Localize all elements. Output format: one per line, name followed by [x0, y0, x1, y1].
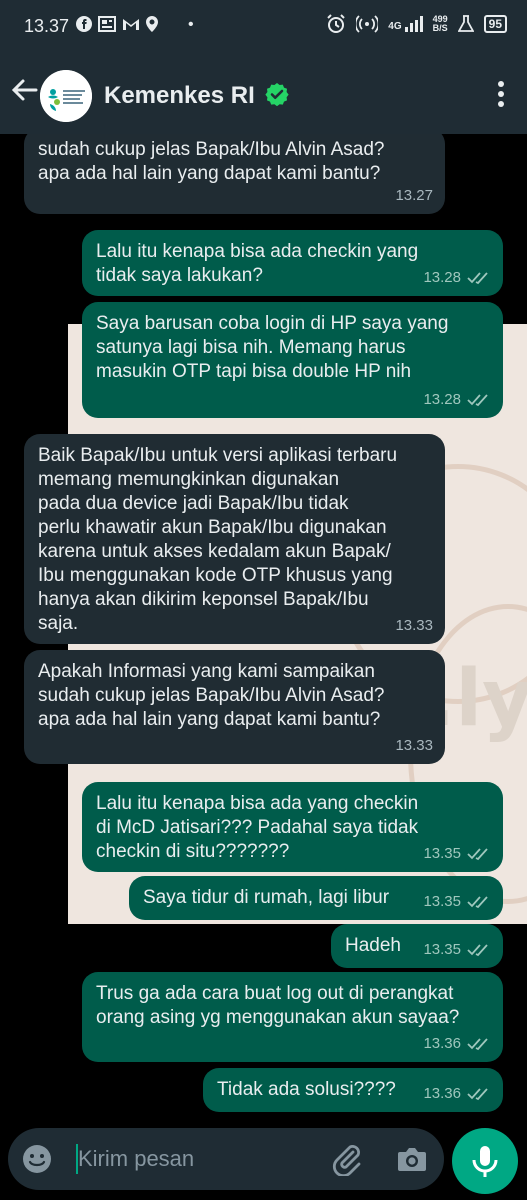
message-incoming[interactable]: Apakah Informasi yang kami sampaikan sud…: [24, 650, 445, 764]
chat-header: Kemenkes RI: [0, 52, 527, 134]
news-icon: [98, 16, 116, 32]
message-time: 13.35: [423, 893, 461, 910]
location-icon: [146, 16, 158, 32]
message-input[interactable]: Kirim pesan: [8, 1128, 444, 1190]
read-ticks-icon: [467, 944, 488, 957]
kemenkes-logo-icon: [40, 70, 92, 122]
net-speed: 499 B/S: [433, 15, 448, 33]
message-time: 13.36: [423, 1035, 461, 1052]
message-outgoing[interactable]: Lalu itu kenapa bisa ada checkin yang ti…: [82, 230, 503, 296]
net-speed-unit: B/S: [432, 23, 448, 33]
voice-message-button[interactable]: [452, 1128, 518, 1194]
composer-bar: Kirim pesan: [0, 1124, 527, 1200]
message-placeholder: Kirim pesan: [78, 1146, 195, 1171]
read-ticks-icon: [467, 1088, 488, 1101]
message-meta: 13.28: [423, 388, 491, 412]
notification-icons: [76, 16, 158, 32]
flask-icon: [457, 15, 474, 32]
read-ticks-icon: [467, 272, 488, 285]
contact-name[interactable]: Kemenkes RI: [104, 82, 255, 110]
signal-icon: [404, 16, 423, 32]
message-text: sudah cukup jelas Bapak/Ibu Alvin Asad? …: [38, 139, 385, 184]
microphone-icon: [472, 1146, 498, 1177]
message-text: Trus ga ada cara buat log out di perangk…: [96, 983, 460, 1028]
notification-dot: •: [188, 16, 194, 33]
message-meta: 13.27: [395, 184, 433, 208]
more-options-icon[interactable]: [497, 80, 505, 108]
message-meta: 13.33: [395, 614, 433, 638]
message-meta: 13.28: [423, 266, 491, 290]
verified-badge-icon: [265, 83, 289, 106]
signal-indicator: 4G: [388, 16, 423, 32]
gmail-icon: [123, 19, 139, 30]
message-incoming[interactable]: Baik Bapak/Ibu untuk versi aplikasi terb…: [24, 434, 445, 644]
message-text: Baik Bapak/Ibu untuk versi aplikasi terb…: [38, 445, 398, 634]
message-outgoing[interactable]: Saya tidur di rumah, lagi libur 13.35: [129, 876, 503, 920]
status-time: 13.37: [24, 16, 70, 36]
message-time: 13.36: [423, 1085, 461, 1102]
contact-avatar[interactable]: [40, 70, 92, 122]
message-time: 13.28: [423, 269, 461, 286]
message-meta: 13.36: [423, 1082, 491, 1106]
attach-icon[interactable]: [330, 1142, 364, 1176]
message-time: 13.35: [423, 941, 461, 958]
network-type: 4G: [388, 21, 402, 32]
read-ticks-icon: [467, 1038, 488, 1051]
message-outgoing[interactable]: Lalu itu kenapa bisa ada yang checkin di…: [82, 782, 503, 872]
message-meta: 13.35: [423, 938, 491, 962]
message-outgoing[interactable]: Saya barusan coba login di HP saya yang …: [82, 302, 503, 418]
message-meta: 13.33: [395, 734, 433, 758]
read-ticks-icon: [467, 394, 488, 407]
message-time: 13.27: [395, 187, 433, 204]
read-ticks-icon: [467, 896, 488, 909]
message-meta: 13.36: [423, 1032, 491, 1056]
back-arrow-icon[interactable]: [10, 76, 38, 104]
alarm-icon: [327, 14, 345, 33]
message-text: Saya barusan coba login di HP saya yang …: [96, 313, 449, 382]
battery-icon: 95: [483, 15, 507, 33]
facebook-icon: [76, 16, 92, 32]
message-time: 13.28: [423, 391, 461, 408]
camera-icon[interactable]: [396, 1144, 428, 1174]
message-outgoing[interactable]: Tidak ada solusi???? 13.36: [203, 1068, 503, 1112]
chat-area[interactable]: r.ly sudah cukup jelas Bapak/Ibu Alvin A…: [0, 134, 527, 1124]
message-outgoing[interactable]: Trus ga ada cara buat log out di perangk…: [82, 972, 503, 1062]
message-outgoing[interactable]: Hadeh 13.35: [331, 924, 503, 968]
read-ticks-icon: [467, 848, 488, 861]
message-meta: 13.35: [423, 890, 491, 914]
status-bar: 13.37 • 4G 499 B/S 95: [0, 0, 527, 52]
message-incoming[interactable]: sudah cukup jelas Bapak/Ibu Alvin Asad? …: [24, 134, 445, 214]
system-icons: 4G 499 B/S 95: [326, 14, 507, 34]
message-time: 13.33: [395, 737, 433, 754]
emoji-icon[interactable]: [22, 1144, 52, 1174]
message-time: 13.33: [395, 617, 433, 634]
hotspot-icon: [356, 15, 379, 33]
message-text: Apakah Informasi yang kami sampaikan sud…: [38, 661, 385, 730]
message-meta: 13.35: [423, 842, 491, 866]
message-time: 13.35: [423, 845, 461, 862]
